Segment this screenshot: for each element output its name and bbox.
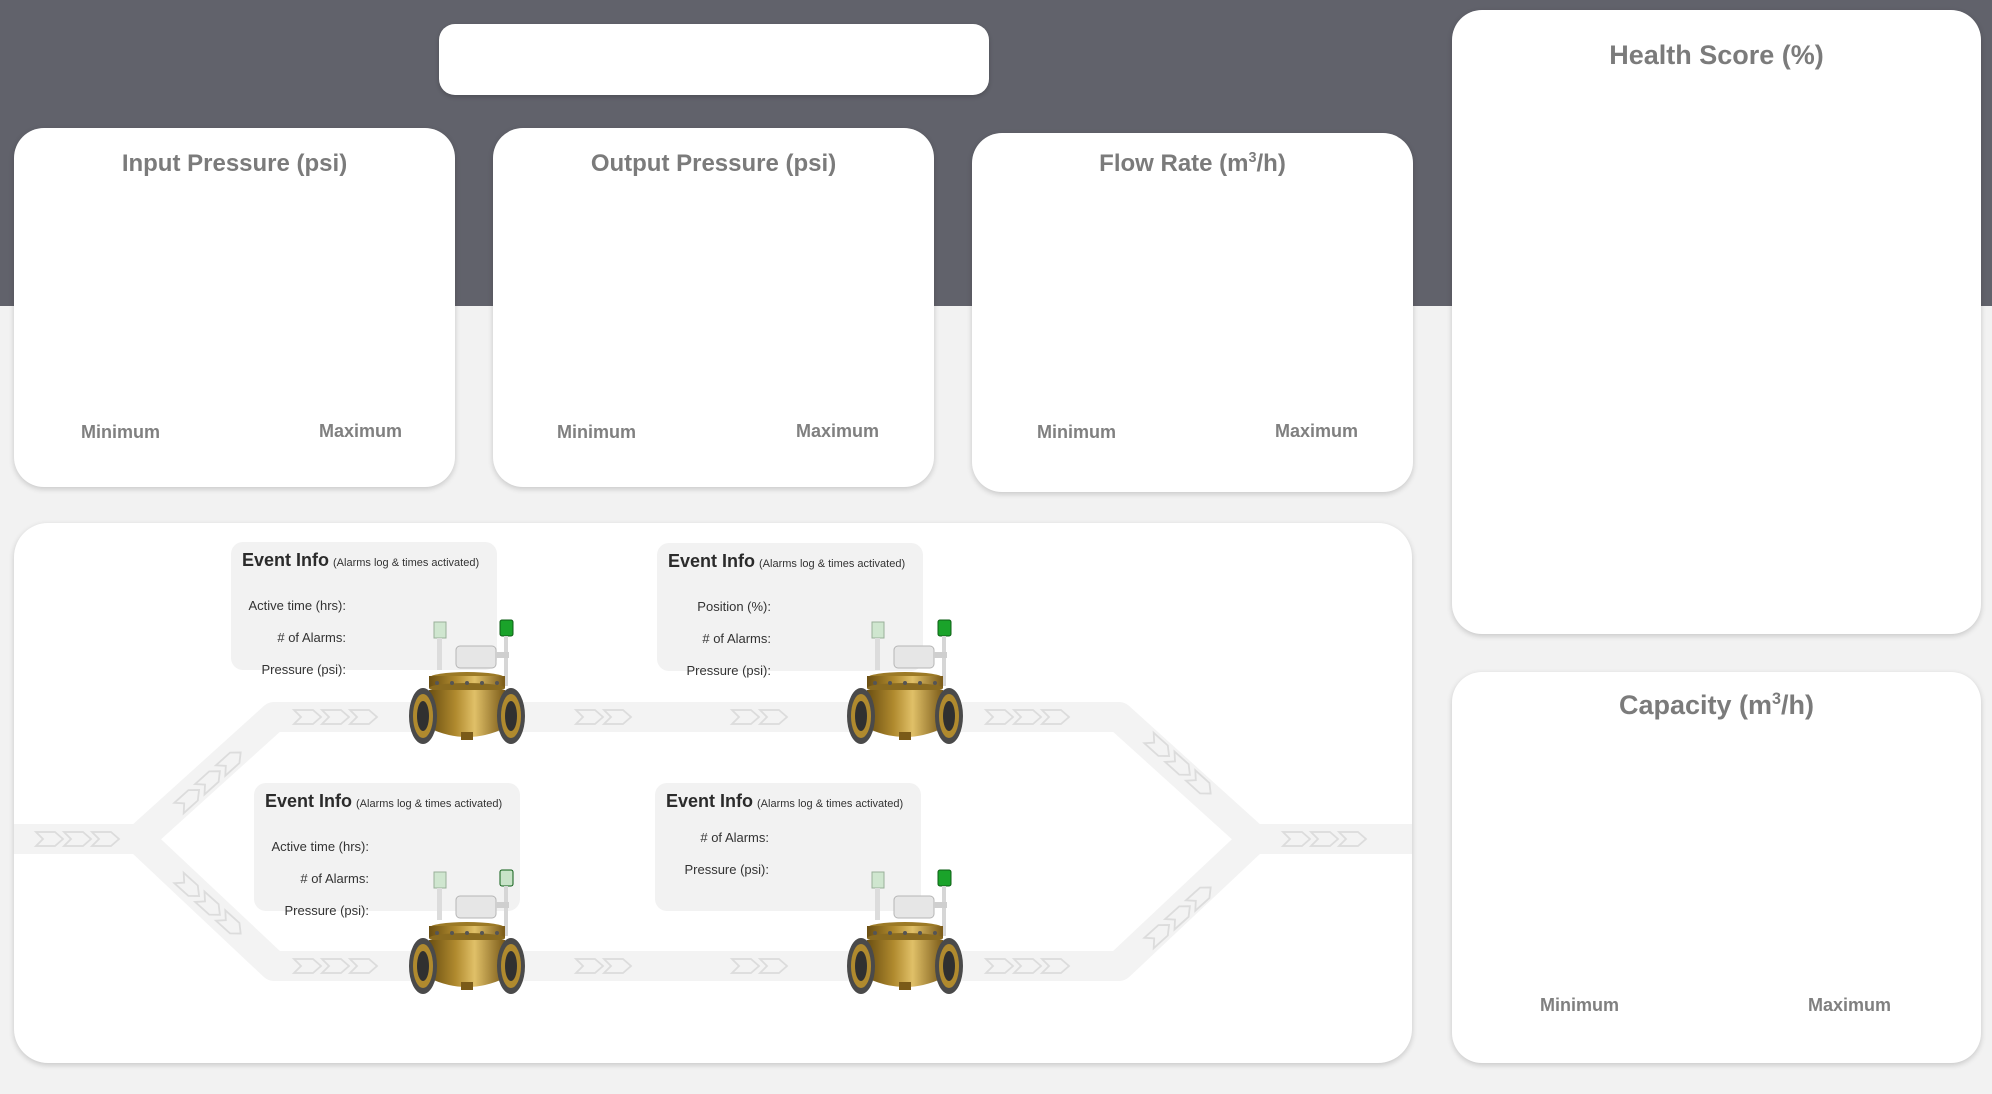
event-label-alarms: # of Alarms:	[300, 871, 369, 886]
flow-rate-max-label: Maximum	[1275, 421, 1359, 441]
event-label-alarms: # of Alarms:	[702, 631, 771, 646]
capacity-title: Capacity (m3/h)	[1452, 690, 1981, 721]
event-info-title: Event Info (Alarms log & times activated)	[668, 551, 905, 572]
valve-bottom-right[interactable]	[845, 866, 975, 1006]
output-pressure-title: Output Pressure (psi)	[590, 150, 837, 177]
flow-rate-title-sup: 3	[1248, 150, 1257, 166]
event-label-alarms: # of Alarms:	[277, 630, 346, 645]
capacity-min-label: Minimum	[1540, 995, 1619, 1015]
event-info-heading: Event Info	[666, 791, 754, 811]
health-score-card: Health Score (%)	[1452, 10, 1981, 634]
dashboard-title-box	[439, 24, 989, 95]
event-info-subtitle: (Alarms log & times activated)	[759, 558, 906, 570]
event-label-active-time: Active time (hrs):	[248, 598, 346, 613]
flow-diagram-panel: Event Info (Alarms log & times activated)…	[14, 523, 1412, 1063]
event-info-title: Event Info (Alarms log & times activated)	[265, 791, 502, 812]
event-info-title: Event Info (Alarms log & times activated)	[242, 550, 479, 571]
output-pressure-min-label: Minimum	[557, 422, 636, 442]
control-valve-icon	[847, 869, 963, 994]
event-label-pressure: Pressure (psi):	[284, 903, 369, 918]
flow-rate-card: Flow Rate (m3/h) Minimum Maximum	[972, 133, 1413, 492]
flow-rate-title-prefix: Flow Rate (m	[1099, 150, 1249, 177]
event-info-subtitle: (Alarms log & times activated)	[333, 557, 480, 569]
flow-rate-title: Flow Rate (m3/h)	[972, 150, 1413, 178]
flow-rate-title-suffix: /h)	[1256, 150, 1286, 177]
input-pressure-min-label: Minimum	[81, 422, 160, 442]
output-pressure-max-label: Maximum	[796, 421, 880, 441]
valve-top-right[interactable]	[845, 616, 975, 756]
input-pressure-title: Input Pressure (psi)	[121, 150, 348, 177]
input-pressure-card: Input Pressure (psi) Minimum Maximum	[14, 128, 455, 487]
event-label-alarms: # of Alarms:	[700, 830, 769, 845]
flow-rate-min-label: Minimum	[1037, 422, 1116, 442]
event-label-active-time: Active time (hrs):	[271, 839, 369, 854]
event-info-title: Event Info (Alarms log & times activated)	[666, 791, 903, 812]
valve-top-left[interactable]	[407, 616, 537, 756]
capacity-max-label: Maximum	[1808, 995, 1892, 1015]
capacity-title-suffix: /h)	[1781, 690, 1815, 720]
event-info-heading: Event Info	[668, 551, 756, 571]
event-info-heading: Event Info	[242, 550, 330, 570]
input-pressure-max-label: Maximum	[319, 421, 403, 441]
event-info-heading: Event Info	[265, 791, 353, 811]
valve-bottom-left[interactable]	[407, 866, 537, 1006]
health-score-title: Health Score (%)	[1609, 40, 1824, 70]
capacity-title-sup: 3	[1772, 690, 1782, 708]
event-label-pressure: Pressure (psi):	[686, 663, 771, 678]
output-pressure-card: Output Pressure (psi) Minimum Maximum	[493, 128, 934, 487]
event-label-pressure: Pressure (psi):	[684, 862, 769, 877]
capacity-title-prefix: Capacity (m	[1618, 690, 1773, 720]
control-valve-icon	[847, 619, 963, 744]
event-info-subtitle: (Alarms log & times activated)	[757, 798, 904, 810]
event-info-subtitle: (Alarms log & times activated)	[356, 798, 503, 810]
capacity-card: Capacity (m3/h) Minimum Maximum	[1452, 672, 1981, 1063]
event-label-position: Position (%):	[697, 599, 771, 614]
control-valve-icon	[409, 619, 525, 744]
event-label-pressure: Pressure (psi):	[261, 662, 346, 677]
control-valve-icon	[409, 869, 525, 994]
